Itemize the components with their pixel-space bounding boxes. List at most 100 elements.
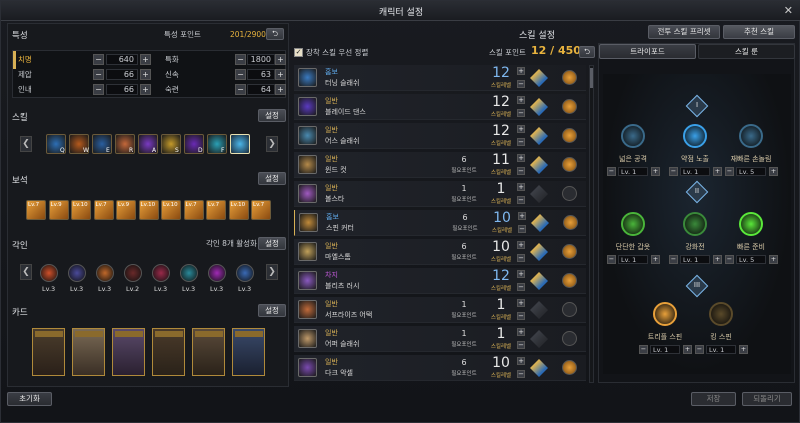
level-up-button[interactable]: + (517, 183, 525, 191)
level-down-button[interactable]: − (517, 196, 525, 204)
skill-row[interactable]: 일반 어퍼 슬래쉬 1 필요포인트 1 스킬레벨 + − (294, 326, 586, 352)
card-slot[interactable] (192, 328, 225, 376)
skill-row[interactable]: 홈보 터닝 슬래쉬 12 스킬레벨 + − (294, 65, 586, 91)
stat-minus-button[interactable]: − (93, 54, 104, 65)
stat-plus-button[interactable]: + (275, 54, 286, 65)
tripod-level-minus[interactable]: − (725, 255, 734, 264)
engraving-icon[interactable] (40, 264, 58, 282)
tripod-diamond-icon[interactable] (530, 98, 548, 116)
level-up-button[interactable]: + (517, 270, 525, 278)
level-down-button[interactable]: − (517, 138, 525, 146)
tripod-level-minus[interactable]: − (725, 167, 734, 176)
stat-plus-button[interactable]: + (140, 54, 151, 65)
engraving-icon[interactable] (96, 264, 114, 282)
stat-minus-button[interactable]: − (235, 84, 246, 95)
rune-slot-icon[interactable] (562, 273, 577, 288)
engraving-settings-button[interactable]: 설정 (258, 237, 286, 250)
engraving-icon[interactable] (152, 264, 170, 282)
gem-settings-button[interactable]: 설정 (258, 172, 286, 185)
skill-row[interactable]: 일반 서프라이즈 어택 1 필요포인트 1 스킬레벨 + − (294, 297, 586, 323)
preset-tab[interactable]: 전투 스킬 프리셋 (648, 25, 720, 39)
tripod-diamond-icon[interactable] (530, 330, 548, 348)
level-down-button[interactable]: − (517, 80, 525, 88)
tripod-diamond-icon[interactable] (531, 214, 549, 232)
skill-prev-arrow[interactable]: ❮ (20, 136, 32, 152)
tripod-diamond-icon[interactable] (530, 243, 548, 261)
level-down-button[interactable]: − (517, 370, 525, 378)
level-down-button[interactable]: − (517, 109, 525, 117)
card-slot[interactable] (232, 328, 265, 376)
tripod-node[interactable] (621, 124, 645, 148)
level-down-button[interactable]: − (517, 254, 525, 262)
card-slot[interactable] (112, 328, 145, 376)
engraving-icon[interactable] (68, 264, 86, 282)
tripod-node[interactable] (621, 212, 645, 236)
rune-slot-icon[interactable] (562, 360, 577, 375)
skill-row[interactable]: 홈보 스핀 커터 6 필요포인트 10 스킬레벨 + − (294, 210, 586, 236)
tripod-level-plus[interactable]: + (739, 345, 748, 354)
tripod-node[interactable] (653, 302, 677, 326)
save-button[interactable]: 저장 (691, 392, 736, 406)
rune-slot-icon[interactable] (562, 331, 577, 346)
rune-slot-icon[interactable] (562, 244, 577, 259)
level-up-button[interactable]: + (517, 328, 525, 336)
stat-minus-button[interactable]: − (235, 69, 246, 80)
revert-button[interactable]: 되돌리기 (742, 392, 792, 406)
card-settings-button[interactable]: 설정 (258, 304, 286, 317)
tripod-level-plus[interactable]: + (713, 167, 722, 176)
card-slot[interactable] (32, 328, 65, 376)
tripod-level-plus[interactable]: + (651, 255, 660, 264)
tripod-diamond-icon[interactable] (530, 69, 548, 87)
level-up-button[interactable]: + (517, 96, 525, 104)
stat-minus-button[interactable]: − (93, 84, 104, 95)
skill-list-scrollbar[interactable] (589, 65, 594, 383)
rune-slot-icon[interactable] (562, 157, 577, 172)
recommended-tab[interactable]: 추천 스킬 (723, 25, 795, 39)
level-up-button[interactable]: + (517, 241, 525, 249)
tripod-level-plus[interactable]: + (769, 167, 778, 176)
level-up-button[interactable]: + (517, 154, 525, 162)
priority-sort-checkbox[interactable]: ✓ (294, 48, 303, 57)
tripod-tab[interactable]: 트라이포드 (599, 44, 696, 59)
rune-slot-icon[interactable] (562, 70, 577, 85)
engraving-next-arrow[interactable]: ❯ (266, 264, 278, 280)
reset-button[interactable]: 초기화 (7, 392, 52, 406)
tripod-diamond-icon[interactable] (530, 301, 548, 319)
stat-plus-button[interactable]: + (275, 69, 286, 80)
engraving-icon[interactable] (124, 264, 142, 282)
level-down-button[interactable]: − (518, 225, 526, 233)
engraving-prev-arrow[interactable]: ❮ (20, 264, 32, 280)
level-down-button[interactable]: − (517, 312, 525, 320)
stat-plus-button[interactable]: + (140, 84, 151, 95)
level-up-button[interactable]: + (517, 125, 525, 133)
level-down-button[interactable]: − (517, 167, 525, 175)
level-up-button[interactable]: + (518, 212, 526, 220)
tripod-diamond-icon[interactable] (530, 185, 548, 203)
skill-row[interactable]: 일반 볼스타 1 필요포인트 1 스킬레벨 + − (294, 181, 586, 207)
stat-minus-button[interactable]: − (235, 54, 246, 65)
close-icon[interactable]: ✕ (784, 4, 793, 17)
tripod-level-plus[interactable]: + (683, 345, 692, 354)
stat-plus-button[interactable]: + (140, 69, 151, 80)
tripod-node[interactable] (683, 212, 707, 236)
tripod-level-plus[interactable]: + (713, 255, 722, 264)
tripod-level-minus[interactable]: − (669, 167, 678, 176)
tripod-level-minus[interactable]: − (639, 345, 648, 354)
stat-plus-button[interactable]: + (275, 84, 286, 95)
tripod-node[interactable] (683, 124, 707, 148)
rune-slot-icon[interactable] (562, 302, 577, 317)
level-down-button[interactable]: − (517, 283, 525, 291)
stat-minus-button[interactable]: − (93, 69, 104, 80)
tripod-level-minus[interactable]: − (607, 255, 616, 264)
level-up-button[interactable]: + (517, 67, 525, 75)
tripod-diamond-icon[interactable] (530, 127, 548, 145)
skill-row[interactable]: 일반 어스 슬래쉬 12 스킬레벨 + − (294, 123, 586, 149)
skill-points-reset-icon[interactable]: ⮌ (579, 46, 595, 58)
card-slot[interactable] (152, 328, 185, 376)
tripod-node[interactable] (739, 212, 763, 236)
rune-slot-icon[interactable] (562, 99, 577, 114)
tripod-level-minus[interactable]: − (695, 345, 704, 354)
rune-slot-icon[interactable] (563, 215, 578, 230)
stats-reset-icon[interactable]: ⮌ (266, 28, 284, 40)
tripod-node[interactable] (709, 302, 733, 326)
